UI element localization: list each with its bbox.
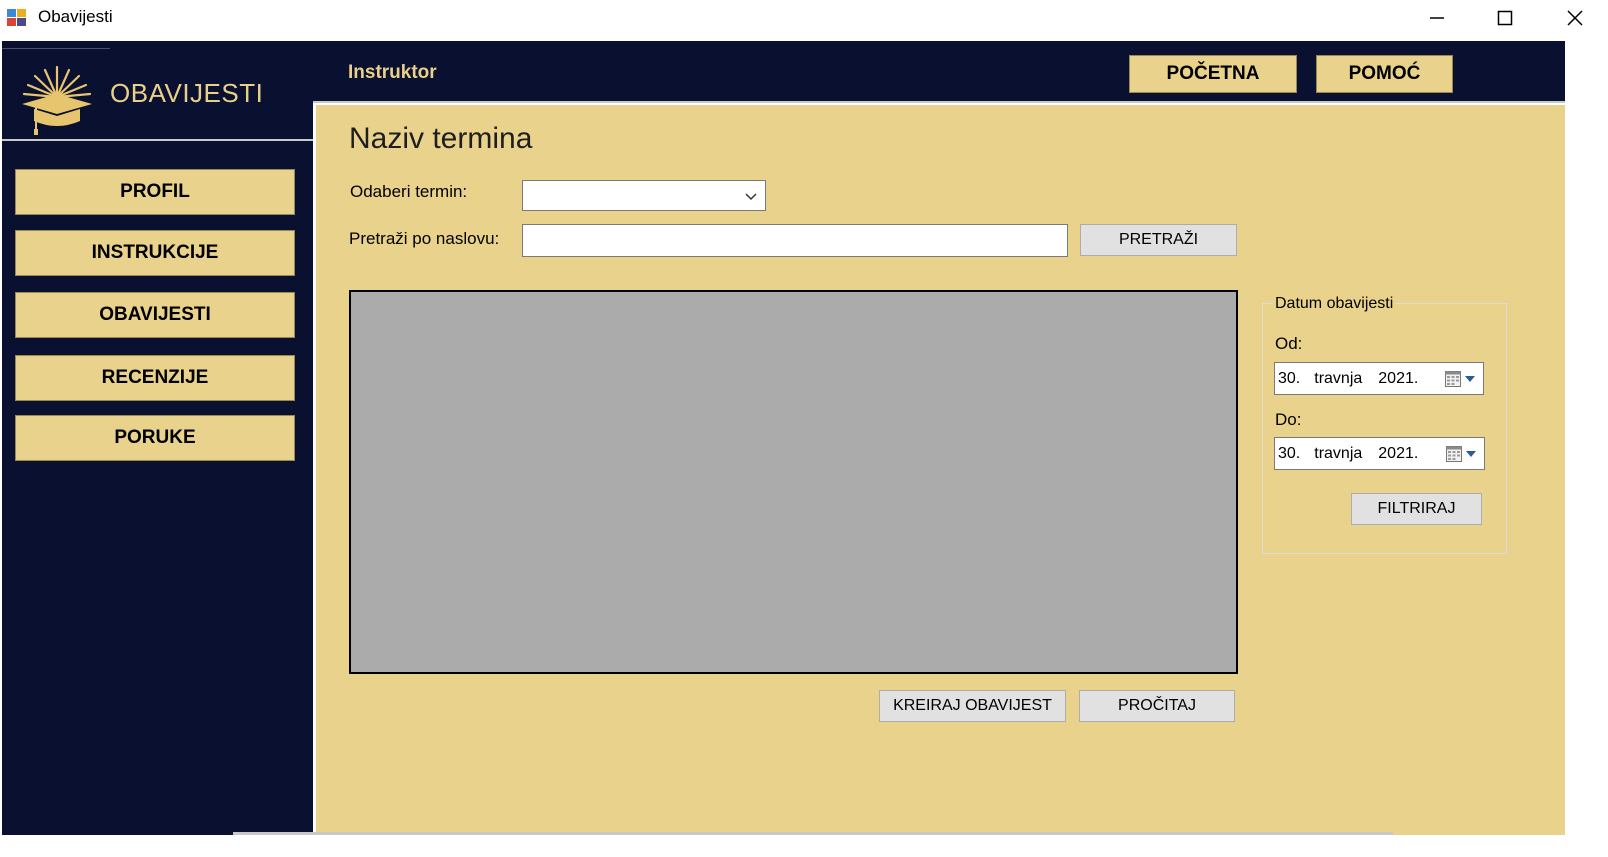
search-label: Pretraži po naslovu: (349, 229, 500, 248)
home-button[interactable]: POČETNA (1129, 55, 1297, 93)
term-select[interactable] (522, 180, 766, 211)
dropdown-arrow-icon (1466, 451, 1476, 457)
to-month: travnja (1314, 444, 1363, 462)
chevron-down-icon (745, 193, 757, 201)
filter-button[interactable]: FILTRIRAJ (1351, 493, 1482, 525)
sidebar-item-obavijesti[interactable]: OBAVIJESTI (15, 292, 295, 338)
close-icon[interactable] (1552, 0, 1598, 36)
sidebar-item-instrukcije[interactable]: INSTRUKCIJE (15, 230, 295, 276)
window-title: Obavijesti (38, 7, 113, 26)
from-month: travnja (1314, 369, 1363, 387)
from-date-picker[interactable]: 30. travnja 2021. (1274, 362, 1484, 395)
graduation-cap-icon (22, 65, 92, 135)
date-filter-legend: Datum obavijesti (1273, 295, 1396, 313)
to-year: 2021. (1378, 444, 1419, 462)
logo-divider (2, 48, 110, 49)
logo-text: OBAVIJESTI (110, 78, 264, 108)
read-button[interactable]: PROČITAJ (1079, 690, 1235, 722)
sidebar-item-recenzije[interactable]: RECENZIJE (15, 355, 295, 401)
sidebar-item-poruke[interactable]: PORUKE (15, 415, 295, 461)
window-titlebar: Obavijesti (0, 0, 1608, 36)
from-day: 30. (1278, 369, 1301, 387)
calendar-icon (1445, 371, 1461, 387)
sidebar-item-profil[interactable]: PROFIL (15, 169, 295, 215)
app-icon (7, 9, 27, 26)
window-frame-right (1565, 41, 1568, 835)
to-day: 30. (1278, 444, 1301, 462)
to-label: Do: (1275, 410, 1302, 429)
calendar-icon (1446, 446, 1462, 462)
user-role-label: Instruktor (348, 62, 437, 83)
term-label: Odaberi termin: (350, 182, 468, 201)
header-bar: Instruktor POČETNA POMOĆ (313, 41, 1568, 103)
window-bottom-frame (0, 835, 1608, 857)
help-button[interactable]: POMOĆ (1316, 55, 1453, 93)
create-notification-button[interactable]: KREIRAJ OBAVIJEST (879, 690, 1066, 722)
minimize-icon[interactable] (1414, 0, 1460, 36)
page-title: Naziv termina (349, 122, 533, 155)
horizontal-scrollbar[interactable] (233, 832, 1393, 835)
to-date-picker[interactable]: 30. travnja 2021. (1274, 437, 1485, 470)
notifications-grid[interactable] (349, 290, 1238, 674)
dropdown-arrow-icon (1465, 376, 1475, 382)
from-year: 2021. (1378, 369, 1419, 387)
search-button[interactable]: PRETRAŽI (1080, 224, 1237, 256)
search-input[interactable] (522, 224, 1068, 257)
from-label: Od: (1275, 334, 1303, 353)
maximize-icon[interactable] (1482, 0, 1528, 36)
logo-panel: OBAVIJESTI (2, 41, 314, 141)
